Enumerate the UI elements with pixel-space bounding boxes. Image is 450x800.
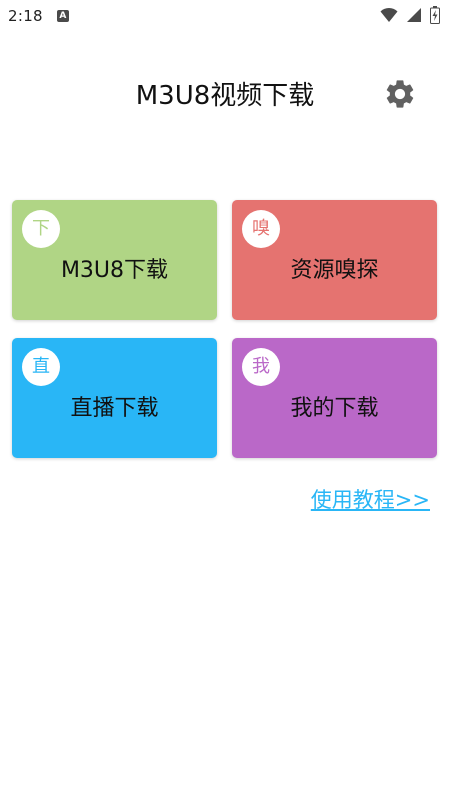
resource-sniff-badge: 嗅 <box>242 210 280 248</box>
gear-icon <box>383 77 417 115</box>
status-icons <box>380 6 440 28</box>
status-time: 2:18 <box>8 7 43 25</box>
battery-icon <box>430 6 440 28</box>
wifi-icon <box>380 7 398 27</box>
m3u8-download-badge: 下 <box>22 210 60 248</box>
resource-sniff-label: 资源嗅探 <box>290 258 379 283</box>
status-bar: 2:18 A <box>0 0 450 32</box>
a-letter-icon: A <box>56 10 69 22</box>
settings-button[interactable] <box>380 76 420 116</box>
live-download-tile[interactable]: 直 直播下载 <box>12 338 217 458</box>
my-downloads-tile[interactable]: 我 我的下载 <box>232 338 437 458</box>
resource-sniff-tile[interactable]: 嗅 资源嗅探 <box>232 200 437 320</box>
m3u8-download-label: M3U8下载 <box>60 258 169 283</box>
my-downloads-badge: 我 <box>242 348 280 386</box>
signal-icon <box>406 7 422 27</box>
live-download-label: 直播下载 <box>70 396 159 421</box>
tutorial-link[interactable]: 使用教程>> <box>311 484 430 514</box>
live-download-badge: 直 <box>22 348 60 386</box>
m3u8-download-tile[interactable]: 下 M3U8下载 <box>12 200 217 320</box>
my-downloads-label: 我的下载 <box>290 396 379 421</box>
